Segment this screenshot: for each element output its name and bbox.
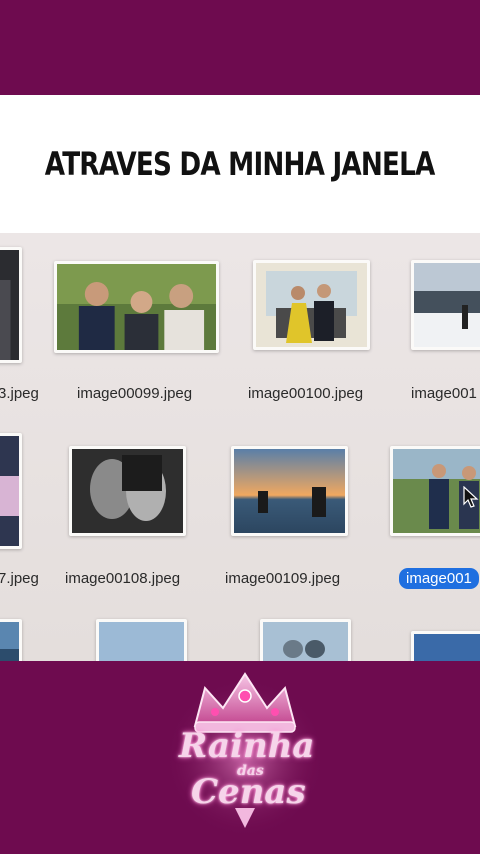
file-name-label[interactable]: image00109.jpeg [225, 570, 340, 587]
file-thumbnail[interactable] [54, 261, 219, 353]
file-thumbnail[interactable] [411, 631, 480, 661]
photo-thumbnail-image [256, 263, 367, 347]
file-thumbnail[interactable] [260, 619, 351, 661]
file-browser-grid: 3.jpeg image00099.jpeg image00100.jpeg i… [0, 233, 480, 661]
file-thumbnail[interactable] [0, 433, 22, 549]
file-name-label-selected[interactable]: image001 [399, 568, 479, 589]
file-name-label[interactable]: 3.jpeg [0, 385, 39, 402]
photo-thumbnail-image [0, 436, 19, 546]
video-title: ATRAVES DA MINHA JANELA [45, 145, 436, 183]
photo-thumbnail-image [414, 634, 480, 661]
top-band [0, 0, 480, 95]
photo-thumbnail-image [0, 622, 19, 661]
file-thumbnail[interactable] [411, 260, 480, 350]
file-thumbnail[interactable] [69, 446, 186, 536]
photo-thumbnail-image [72, 449, 183, 533]
file-name-label[interactable]: image00108.jpeg [65, 570, 180, 587]
photo-thumbnail-image [414, 263, 480, 347]
logo-word-cenas: Cenas [191, 772, 306, 812]
file-name-label[interactable]: image00100.jpeg [248, 385, 363, 402]
photo-thumbnail-image [57, 264, 216, 350]
photo-thumbnail-image [0, 250, 19, 360]
file-name-label[interactable]: 7.jpeg [0, 570, 39, 587]
file-thumbnail[interactable] [96, 619, 187, 661]
file-name-label[interactable]: image00099.jpeg [77, 385, 192, 402]
file-thumbnail[interactable] [0, 247, 22, 363]
title-card: ATRAVES DA MINHA JANELA [0, 95, 480, 233]
file-thumbnail[interactable] [231, 446, 348, 536]
logo-word-rainha: Rainha [179, 726, 315, 766]
mouse-pointer-icon [463, 486, 479, 508]
photo-thumbnail-image [99, 622, 184, 661]
file-thumbnail[interactable] [0, 619, 22, 661]
rainha-das-cenas-logo: Rainha das Cenas [165, 668, 325, 838]
file-thumbnail[interactable] [253, 260, 370, 350]
photo-thumbnail-image [263, 622, 348, 661]
photo-thumbnail-image [234, 449, 345, 533]
file-name-label[interactable]: image001 [411, 385, 477, 402]
